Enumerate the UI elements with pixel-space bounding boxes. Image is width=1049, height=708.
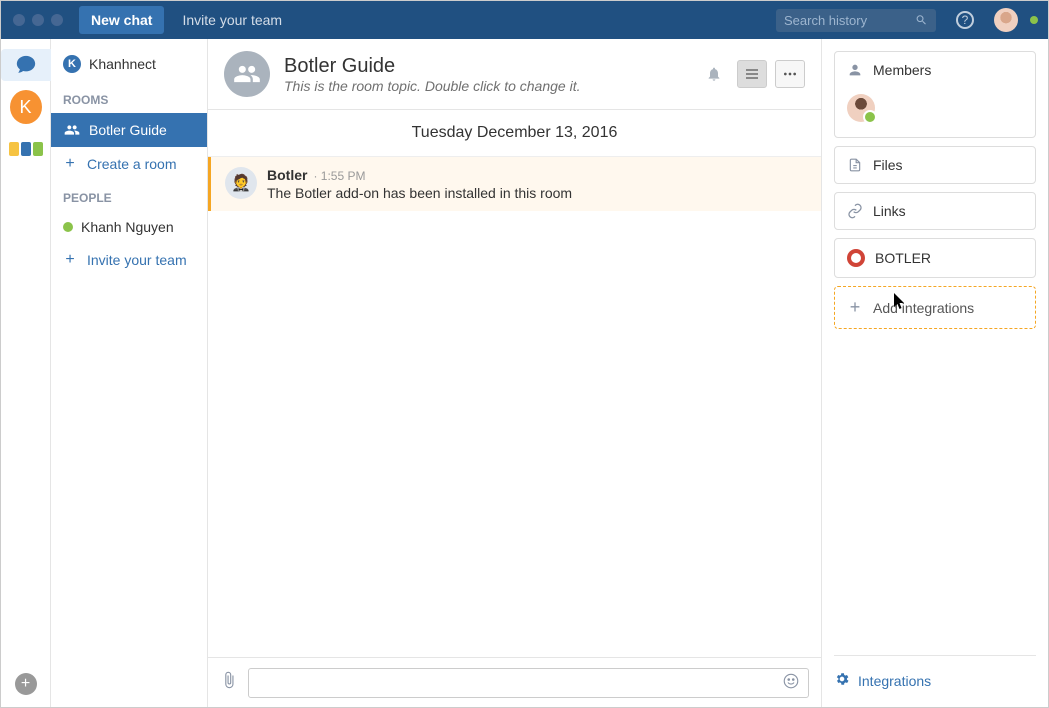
gear-icon: [834, 671, 850, 690]
message-input[interactable]: [257, 675, 782, 691]
person-item[interactable]: Khanh Nguyen: [51, 211, 207, 243]
integrations-label: Integrations: [858, 673, 931, 689]
help-icon[interactable]: ?: [956, 11, 974, 29]
room-label: Botler Guide: [89, 122, 167, 138]
chat-header: Botler Guide This is the room topic. Dou…: [208, 39, 821, 110]
message-body: The Botler add-on has been installed in …: [267, 185, 572, 201]
links-label: Links: [873, 203, 906, 219]
rooms-header: ROOMS: [51, 83, 207, 113]
min-dot[interactable]: [32, 14, 44, 26]
message-row: 🤵 Botler 1:55 PM The Botler add-on has b…: [208, 157, 821, 211]
bot-avatar: 🤵: [225, 167, 257, 199]
add-org-button[interactable]: +: [15, 673, 37, 695]
members-card[interactable]: Members: [834, 51, 1036, 138]
file-icon: [847, 157, 863, 173]
right-panel: Members Files L: [822, 39, 1048, 707]
invite-team-link[interactable]: Invite your team: [182, 12, 282, 28]
workspace-icon: K: [63, 55, 81, 73]
create-room-label: Create a room: [87, 156, 176, 172]
list-icon: [744, 66, 760, 82]
room-item-botler-guide[interactable]: Botler Guide: [51, 113, 207, 147]
files-label: Files: [873, 157, 903, 173]
botler-card[interactable]: BOTLER: [834, 238, 1036, 278]
more-button[interactable]: [775, 60, 805, 88]
plus-icon: +: [63, 251, 77, 269]
plus-icon: +: [63, 155, 77, 173]
top-bar: New chat Invite your team ?: [1, 1, 1048, 39]
max-dot[interactable]: [51, 14, 63, 26]
chat-main: Botler Guide This is the room topic. Dou…: [208, 39, 822, 707]
paperclip-icon: [220, 671, 238, 689]
people-header: PEOPLE: [51, 181, 207, 211]
workspace-badge: K: [10, 90, 42, 124]
notifications-button[interactable]: [699, 60, 729, 88]
workspace-selector[interactable]: K Khanhnect: [51, 45, 207, 83]
room-title: Botler Guide: [284, 55, 580, 78]
message-sender: Botler: [267, 167, 307, 183]
date-divider: Tuesday December 13, 2016: [208, 110, 821, 157]
invite-team-button[interactable]: + Invite your team: [51, 243, 207, 277]
person-label: Khanh Nguyen: [81, 219, 174, 235]
workspace-name: Khanhnect: [89, 56, 156, 72]
toggle-sidebar-button[interactable]: [737, 60, 767, 88]
botler-icon: [847, 249, 865, 267]
org-hipchat[interactable]: [1, 49, 51, 81]
bell-icon: [706, 66, 722, 82]
org-workspace[interactable]: K: [10, 91, 42, 123]
attach-button[interactable]: [220, 671, 238, 694]
search-history[interactable]: [776, 9, 936, 32]
presence-dot: [63, 222, 73, 232]
composer: [208, 657, 821, 707]
window-controls[interactable]: [13, 14, 63, 26]
people-icon: [63, 121, 81, 139]
dots-icon: [782, 66, 798, 82]
sidebar: K Khanhnect ROOMS Botler Guide + Create …: [51, 39, 208, 707]
new-chat-button[interactable]: New chat: [79, 6, 164, 34]
emoji-button[interactable]: [782, 672, 800, 693]
smiley-icon: [782, 672, 800, 690]
link-icon: [847, 203, 863, 219]
org-rail: K +: [1, 39, 51, 707]
members-label: Members: [873, 62, 931, 78]
search-icon: [915, 13, 928, 27]
members-icon: [847, 62, 863, 78]
files-card[interactable]: Files: [834, 146, 1036, 184]
member-avatar[interactable]: [847, 94, 875, 122]
add-integrations-label: Add integrations: [873, 300, 974, 316]
close-dot[interactable]: [13, 14, 25, 26]
org-bots[interactable]: [10, 133, 42, 165]
room-topic[interactable]: This is the room topic. Double click to …: [284, 78, 580, 94]
botler-label: BOTLER: [875, 250, 931, 266]
links-card[interactable]: Links: [834, 192, 1036, 230]
integrations-link[interactable]: Integrations: [834, 655, 1036, 695]
search-input[interactable]: [784, 13, 915, 28]
room-avatar: [224, 51, 270, 97]
plus-icon: +: [847, 297, 863, 318]
invite-team-label: Invite your team: [87, 252, 187, 268]
chat-body[interactable]: Tuesday December 13, 2016 🤵 Botler 1:55 …: [208, 110, 821, 657]
create-room-button[interactable]: + Create a room: [51, 147, 207, 181]
add-integrations-card[interactable]: + Add integrations: [834, 286, 1036, 329]
presence-indicator: [1030, 16, 1038, 24]
user-avatar[interactable]: [994, 8, 1018, 32]
message-input-wrap[interactable]: [248, 668, 809, 698]
message-time: 1:55 PM: [313, 169, 365, 183]
